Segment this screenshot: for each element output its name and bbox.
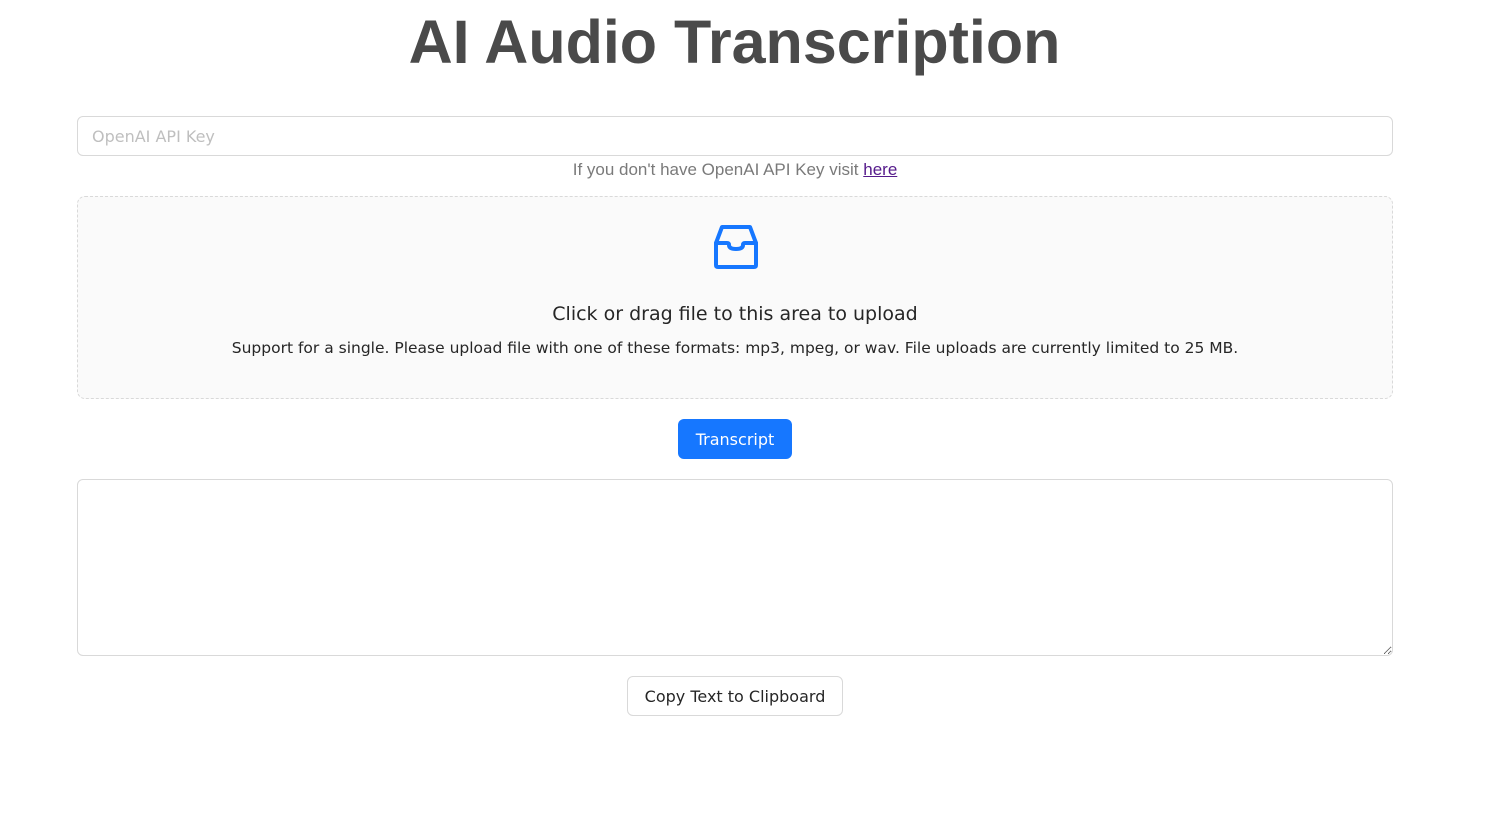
api-key-hint: If you don't have OpenAI API Key visit h… [77, 159, 1393, 181]
api-key-hint-text: If you don't have OpenAI API Key visit [572, 160, 864, 179]
transcript-button[interactable]: Transcript [678, 419, 792, 459]
dropzone-hint: Support for a single. Please upload file… [231, 339, 1239, 357]
api-key-link[interactable]: here [863, 160, 897, 179]
upload-dropzone[interactable]: Click or drag file to this area to uploa… [77, 196, 1393, 399]
page-title: AI Audio Transcription [408, 8, 1061, 76]
copy-to-clipboard-button[interactable]: Copy Text to Clipboard [627, 676, 843, 716]
dropzone-title: Click or drag file to this area to uploa… [552, 303, 918, 325]
transcription-output[interactable] [77, 479, 1393, 656]
inbox-icon [714, 225, 758, 269]
api-key-input[interactable] [77, 116, 1393, 156]
